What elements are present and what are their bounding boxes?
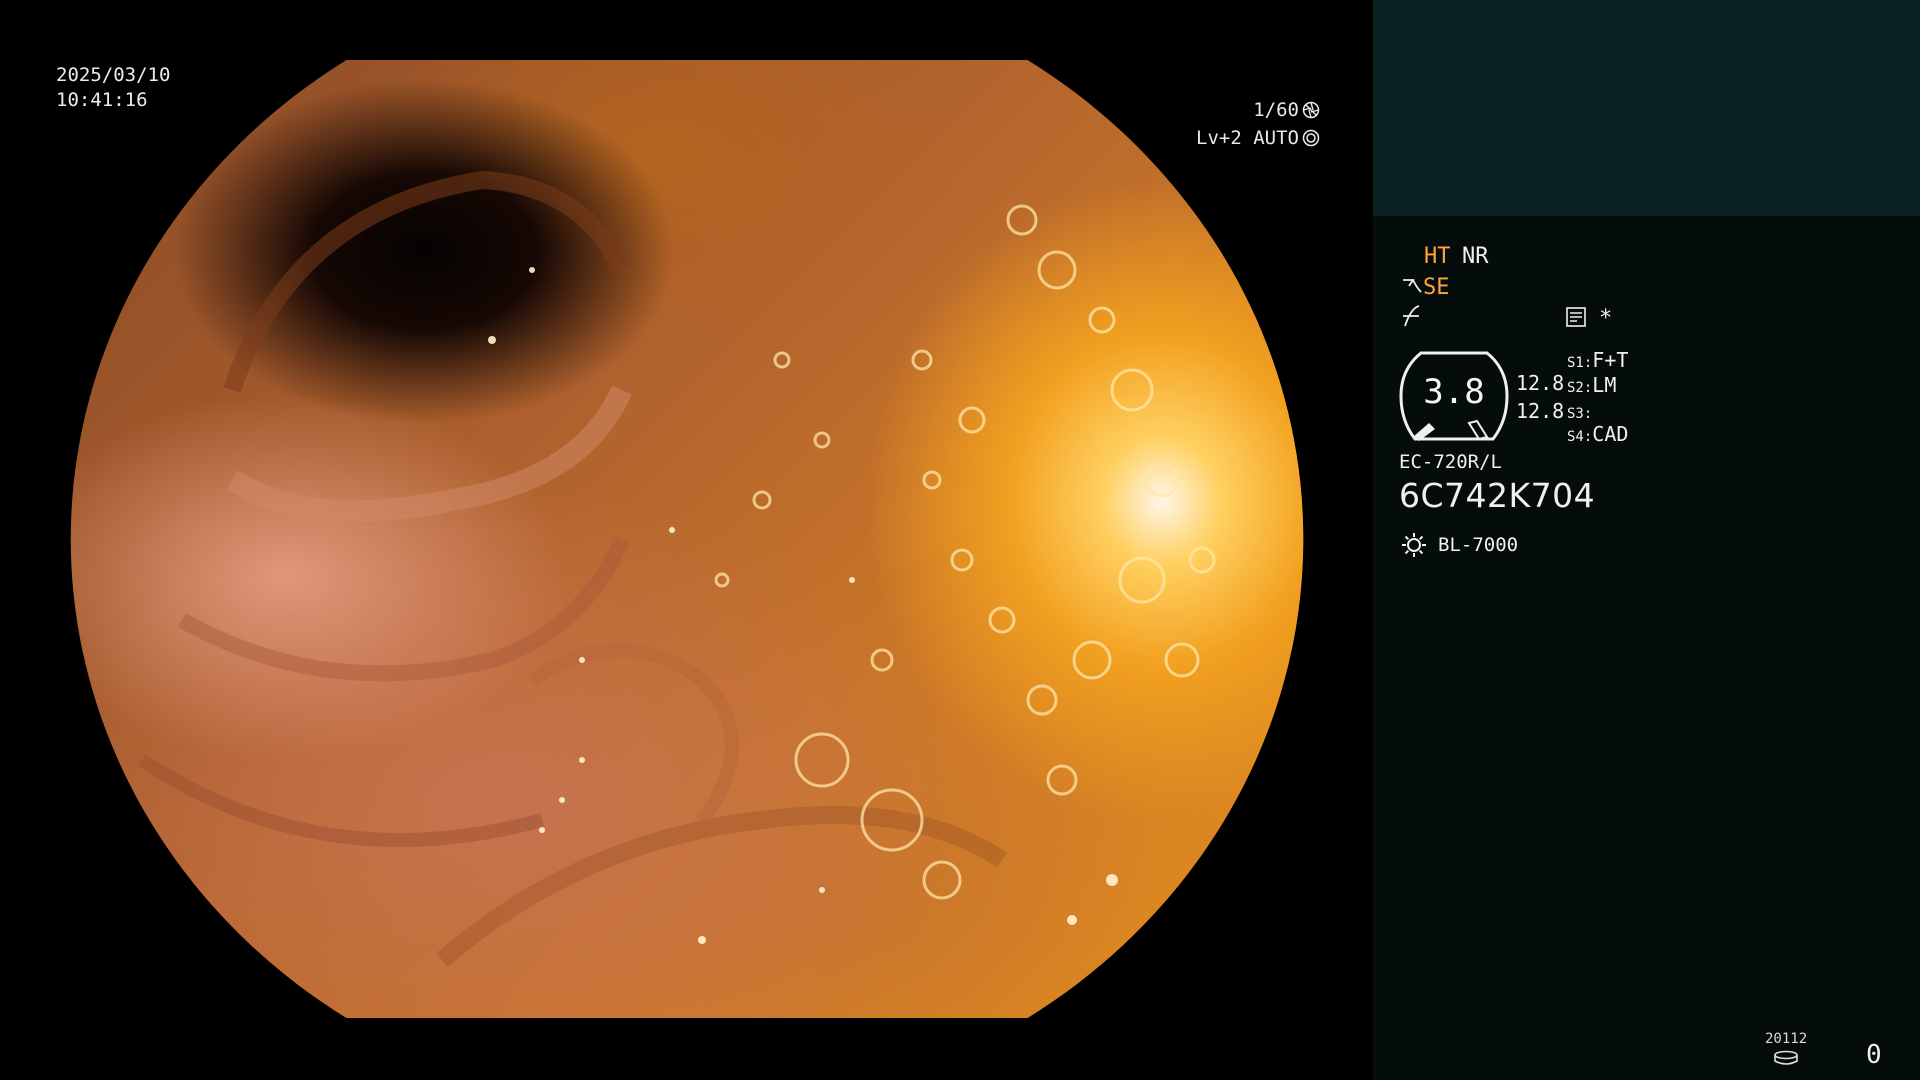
counter-number: 20112 — [1765, 1031, 1808, 1047]
scope-model-label: EC-720R/L — [1399, 451, 1502, 473]
switch-s1: S1:F+T — [1567, 348, 1628, 375]
scope-se-icon — [1403, 279, 1422, 293]
switch-s4: S4:CAD — [1567, 422, 1628, 449]
status-panel: HT NR SE * 3.8 12.8 12.8 S1:F+T S2:LM S3… — [1373, 0, 1920, 1080]
shutter-indicator: 1/60 — [1253, 99, 1320, 121]
nr-indicator: NR — [1462, 244, 1489, 269]
ht-indicator: HT — [1424, 244, 1451, 269]
disk-icon — [1774, 1050, 1798, 1065]
time-label: 10:41:16 — [56, 89, 148, 111]
counter-value: 0 — [1866, 1040, 1882, 1070]
shutter-label: 1/60 — [1253, 99, 1299, 121]
memo-icon — [1566, 307, 1586, 327]
switch-key: S1: — [1567, 355, 1593, 371]
switch-key: S4: — [1567, 429, 1593, 445]
light-level-indicator: Lv+2 AUTO — [1196, 127, 1320, 149]
auto-iris-icon — [1302, 129, 1320, 147]
f-curve-icon — [1403, 305, 1420, 327]
asterisk-indicator: * — [1599, 306, 1613, 331]
thumbnail-area — [1373, 0, 1920, 216]
endoscope-image — [70, 60, 1304, 1018]
date-label: 2025/03/10 — [56, 64, 171, 86]
switch-value: LM — [1592, 373, 1617, 397]
switch-value: F+T — [1592, 348, 1629, 372]
serial-number: 6C742K704 — [1399, 476, 1596, 515]
switch-s2: S2:LM — [1567, 373, 1616, 400]
switch-key: S3: — [1567, 406, 1593, 422]
gauge-side-value-1: 12.8 — [1516, 371, 1565, 395]
gauge-value: 3.8 — [1423, 372, 1485, 412]
switch-value: CAD — [1592, 422, 1629, 446]
switch-key: S2: — [1567, 380, 1593, 396]
endoscopy-screen: 2025/03/10 10:41:16 1/60 Lv+2 AUTO HT NR… — [0, 0, 1920, 1080]
sun-lamp-icon — [1402, 533, 1426, 557]
level-label: Lv+2 AUTO — [1196, 127, 1299, 149]
se-indicator: SE — [1423, 275, 1450, 300]
lamp-label: BL-7000 — [1438, 534, 1519, 556]
aperture-icon — [1302, 101, 1320, 119]
gauge-side-value-2: 12.8 — [1516, 399, 1565, 423]
mucosa-detail-overlay — [138, 170, 1216, 967]
